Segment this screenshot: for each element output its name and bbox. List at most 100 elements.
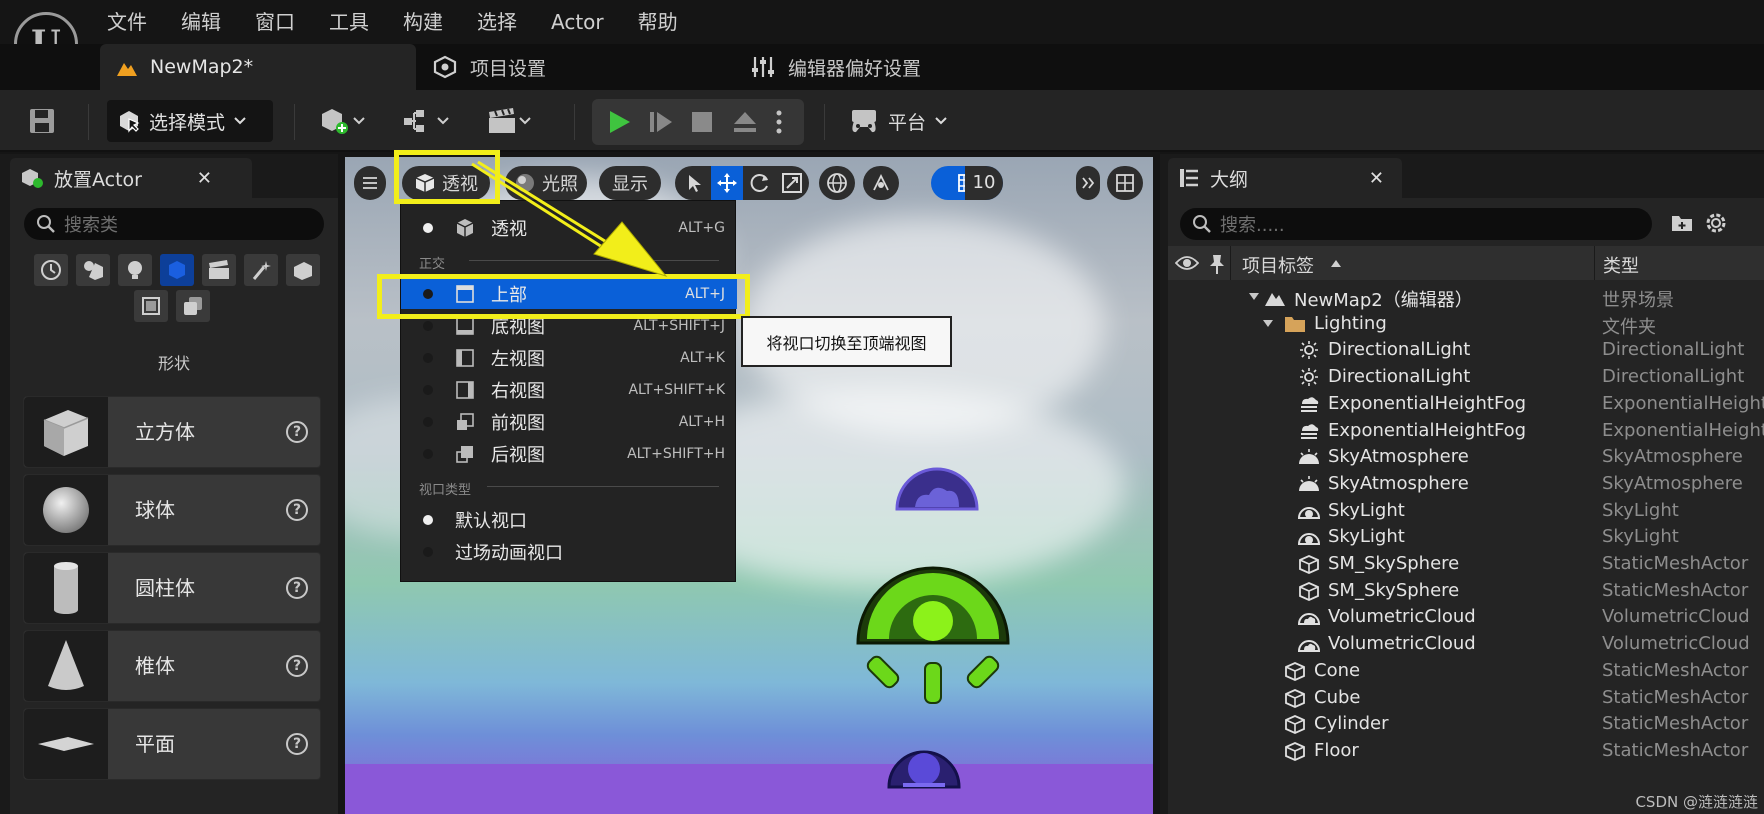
- directional-light-sprite-icon[interactable]: [853, 551, 1013, 711]
- outliner-row[interactable]: SkyAtmosphere SkyAtmosphere: [1168, 469, 1764, 499]
- outliner-row[interactable]: NewMap2（编辑器） 世界场景: [1168, 282, 1764, 312]
- recent-category-icon[interactable]: [34, 254, 68, 286]
- play-controls: [592, 99, 804, 145]
- outliner-row[interactable]: SkyAtmosphere SkyAtmosphere: [1168, 442, 1764, 472]
- menu-item-front[interactable]: 前视图 ALT+H: [401, 407, 737, 437]
- more-options-icon[interactable]: [774, 109, 784, 135]
- add-actor-button[interactable]: [318, 100, 366, 142]
- scale-icon[interactable]: [781, 172, 803, 194]
- pin-icon[interactable]: [1208, 253, 1226, 275]
- menu-edit[interactable]: 编辑: [164, 0, 238, 44]
- outliner-row[interactable]: SkyLight SkyLight: [1168, 496, 1764, 526]
- add-folder-icon[interactable]: [1670, 212, 1694, 234]
- stop-icon[interactable]: [690, 110, 714, 134]
- menu-help[interactable]: 帮助: [621, 0, 695, 44]
- atmosphere-icon: [1299, 475, 1319, 491]
- step-icon[interactable]: [648, 109, 674, 135]
- shape-item-cube[interactable]: 立方体 ?: [23, 396, 321, 468]
- menu-actor[interactable]: Actor: [534, 0, 621, 44]
- outliner-row[interactable]: SM_SkySphere StaticMeshActor: [1168, 549, 1764, 579]
- menu-window[interactable]: 窗口: [238, 0, 312, 44]
- outliner-row[interactable]: VolumetricCloud VolumetricCloud: [1168, 602, 1764, 632]
- blueprint-button[interactable]: [402, 100, 450, 142]
- outliner-search-input[interactable]: 搜索.....: [1180, 208, 1652, 240]
- tab-editor-preferences[interactable]: 编辑器偏好设置: [734, 44, 937, 90]
- outliner-tab[interactable]: 大纲 ✕: [1168, 158, 1402, 198]
- menu-item-left[interactable]: 左视图 ALT+K: [401, 343, 737, 373]
- rotate-icon[interactable]: [749, 172, 771, 194]
- viewport-layout-button[interactable]: [1107, 166, 1143, 200]
- chevron-down-icon: [519, 117, 531, 125]
- menu-item-default-viewport[interactable]: 默认视口: [401, 505, 737, 535]
- outliner-row[interactable]: Cube StaticMeshActor: [1168, 683, 1764, 713]
- help-icon[interactable]: ?: [286, 499, 308, 521]
- shape-item-plane[interactable]: 平面 ?: [23, 708, 321, 780]
- shape-item-cone[interactable]: 椎体 ?: [23, 630, 321, 702]
- shapes-category-icon[interactable]: [160, 254, 194, 286]
- play-icon[interactable]: [606, 109, 632, 135]
- grid-size-value[interactable]: 10: [965, 166, 1003, 200]
- visual-effects-category-icon[interactable]: [244, 254, 278, 286]
- section-divider: [487, 486, 719, 487]
- cinematic-category-icon[interactable]: [202, 254, 236, 286]
- outliner-row-type: SkyAtmosphere: [1602, 446, 1743, 468]
- geometry-category-icon[interactable]: [286, 254, 320, 286]
- outliner-row[interactable]: ExponentialHeightFog ExponentialHeightFog: [1168, 389, 1764, 419]
- outliner-row[interactable]: Cylinder StaticMeshActor: [1168, 709, 1764, 739]
- help-icon[interactable]: ?: [286, 655, 308, 677]
- basic-category-icon[interactable]: [76, 254, 110, 286]
- volumes-category-icon[interactable]: [134, 290, 168, 322]
- outliner-row[interactable]: SM_SkySphere StaticMeshActor: [1168, 576, 1764, 606]
- shape-item-sphere[interactable]: 球体 ?: [23, 474, 321, 546]
- platforms-label: 平台: [888, 111, 927, 134]
- help-icon[interactable]: ?: [286, 733, 308, 755]
- world-local-toggle[interactable]: [819, 166, 855, 200]
- outliner-row[interactable]: Cone StaticMeshActor: [1168, 656, 1764, 686]
- help-icon[interactable]: ?: [286, 421, 308, 443]
- skyatmosphere-sprite-icon[interactable]: [895, 461, 979, 513]
- place-actor-tab[interactable]: 放置Actor ✕: [10, 158, 252, 198]
- outliner-row[interactable]: VolumetricCloud VolumetricCloud: [1168, 629, 1764, 659]
- close-icon[interactable]: ✕: [1369, 168, 1384, 189]
- platforms-dropdown[interactable]: 平台: [848, 100, 948, 142]
- menu-build[interactable]: 构建: [386, 0, 460, 44]
- gear-icon[interactable]: [1704, 211, 1728, 235]
- menu-tools[interactable]: 工具: [312, 0, 386, 44]
- surface-snapping-button[interactable]: [863, 166, 899, 200]
- expand-arrow-icon[interactable]: [1248, 292, 1260, 302]
- menu-item-back[interactable]: 后视图 ALT+SHIFT+H: [401, 439, 737, 469]
- menu-file[interactable]: 文件: [90, 0, 164, 44]
- expand-toolbar-button[interactable]: [1076, 166, 1100, 200]
- outliner-row[interactable]: Lighting 文件夹: [1168, 309, 1764, 339]
- select-cursor-icon[interactable]: [685, 173, 705, 193]
- help-icon[interactable]: ?: [286, 577, 308, 599]
- cinematics-button[interactable]: [486, 100, 532, 142]
- outliner-row[interactable]: SkyLight SkyLight: [1168, 522, 1764, 552]
- save-button[interactable]: [28, 100, 56, 142]
- lights-category-icon[interactable]: [118, 254, 152, 286]
- select-mode-dropdown[interactable]: 选择模式: [107, 100, 273, 142]
- mesh-icon: [1285, 741, 1305, 761]
- skylight-sprite-icon[interactable]: [885, 729, 963, 793]
- sort-ascending-icon[interactable]: [1330, 258, 1342, 268]
- fog-icon: [1301, 397, 1319, 412]
- expand-arrow-icon[interactable]: [1262, 319, 1274, 329]
- tab-project-settings[interactable]: 项目设置: [416, 44, 562, 90]
- column-header-label[interactable]: 项目标签: [1242, 252, 1314, 278]
- menu-item-cinematic-viewport[interactable]: 过场动画视口: [401, 537, 737, 567]
- outliner-row[interactable]: Floor StaticMeshActor: [1168, 736, 1764, 766]
- column-header-type[interactable]: 类型: [1603, 252, 1639, 278]
- menu-select[interactable]: 选择: [460, 0, 534, 44]
- all-classes-category-icon[interactable]: [176, 290, 210, 322]
- outliner-row[interactable]: DirectionalLight DirectionalLight: [1168, 362, 1764, 392]
- class-search-input[interactable]: 搜索类: [24, 208, 324, 240]
- menu-item-right[interactable]: 右视图 ALT+SHIFT+K: [401, 375, 737, 405]
- eye-icon[interactable]: [1175, 254, 1199, 272]
- shape-item-cylinder[interactable]: 圆柱体 ?: [23, 552, 321, 624]
- outliner-row[interactable]: DirectionalLight DirectionalLight: [1168, 335, 1764, 365]
- close-icon[interactable]: ✕: [197, 168, 212, 189]
- tab-newmap2[interactable]: NewMap2*: [100, 44, 416, 90]
- viewport-options-button[interactable]: [354, 166, 386, 200]
- outliner-row[interactable]: ExponentialHeightFog ExponentialHeightFog: [1168, 416, 1764, 446]
- eject-icon[interactable]: [732, 109, 758, 135]
